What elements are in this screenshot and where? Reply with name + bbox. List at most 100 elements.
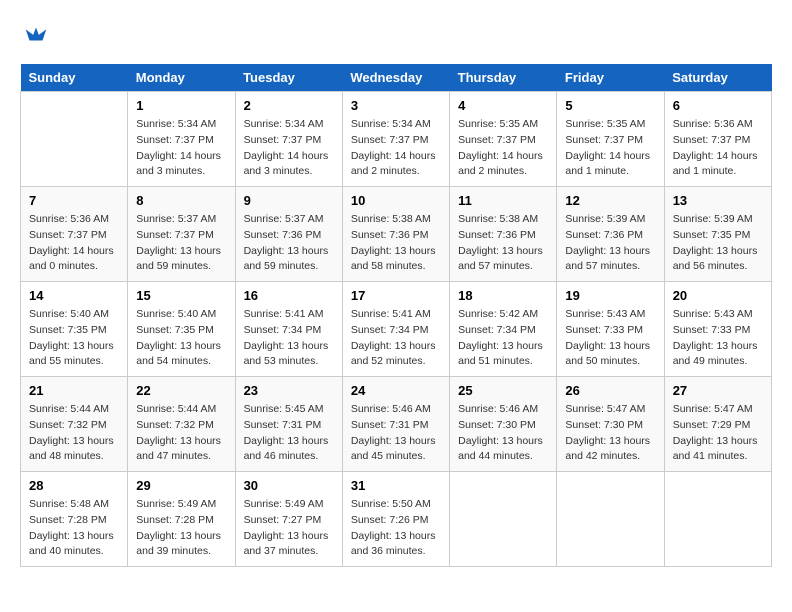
day-number: 11 [458, 193, 548, 208]
day-info: Sunrise: 5:35 AM Sunset: 7:37 PM Dayligh… [565, 117, 655, 180]
day-cell: 14Sunrise: 5:40 AM Sunset: 7:35 PM Dayli… [21, 282, 128, 377]
day-number: 29 [136, 478, 226, 493]
day-info: Sunrise: 5:40 AM Sunset: 7:35 PM Dayligh… [29, 307, 119, 370]
day-cell: 10 Sunrise: 5:38 AM Sunset: 7:36 PM Dayli… [342, 187, 449, 282]
day-cell: 5 Sunrise: 5:35 AM Sunset: 7:37 PM Daylig… [557, 92, 664, 187]
day-info: Sunrise: 5:40 AM Sunset: 7:35 PM Dayligh… [136, 307, 226, 370]
day-cell: 27Sunrise: 5:47 AM Sunset: 7:29 PM Dayli… [664, 377, 771, 472]
day-number: 4 [458, 98, 548, 113]
day-number: 5 [565, 98, 655, 113]
day-number: 30 [244, 478, 334, 493]
day-cell: 22 Sunrise: 5:44 AM Sunset: 7:32 PM Dayli… [128, 377, 235, 472]
week-row-5: 28 Sunrise: 5:48 AM Sunset: 7:28 PM Dayli… [21, 472, 772, 567]
day-number: 18 [458, 288, 548, 303]
day-info: Sunrise: 5:39 AM Sunset: 7:35 PM Dayligh… [673, 212, 763, 275]
day-number: 1 [136, 98, 226, 113]
day-info: Sunrise: 5:34 AM Sunset: 7:37 PM Dayligh… [136, 117, 226, 180]
day-cell: 12Sunrise: 5:39 AM Sunset: 7:36 PM Dayli… [557, 187, 664, 282]
day-info: Sunrise: 5:48 AM Sunset: 7:28 PM Dayligh… [29, 497, 119, 560]
day-info: Sunrise: 5:41 AM Sunset: 7:34 PM Dayligh… [244, 307, 334, 370]
day-number: 9 [244, 193, 334, 208]
day-number: 22 [136, 383, 226, 398]
day-number: 28 [29, 478, 119, 493]
day-info: Sunrise: 5:37 AM Sunset: 7:37 PM Dayligh… [136, 212, 226, 275]
day-cell: 30 Sunrise: 5:49 AM Sunset: 7:27 PM Dayli… [235, 472, 342, 567]
day-info: Sunrise: 5:46 AM Sunset: 7:31 PM Dayligh… [351, 402, 441, 465]
week-row-4: 21 Sunrise: 5:44 AM Sunset: 7:32 PM Dayli… [21, 377, 772, 472]
day-info: Sunrise: 5:42 AM Sunset: 7:34 PM Dayligh… [458, 307, 548, 370]
day-number: 19 [565, 288, 655, 303]
day-number: 27 [673, 383, 763, 398]
day-cell: 7 Sunrise: 5:36 AM Sunset: 7:37 PM Daylig… [21, 187, 128, 282]
day-cell: 23 Sunrise: 5:45 AM Sunset: 7:31 PM Dayli… [235, 377, 342, 472]
day-info: Sunrise: 5:49 AM Sunset: 7:27 PM Dayligh… [244, 497, 334, 560]
day-cell: 15 Sunrise: 5:40 AM Sunset: 7:35 PM Dayli… [128, 282, 235, 377]
day-cell [557, 472, 664, 567]
header-cell-friday: Friday [557, 64, 664, 92]
day-info: Sunrise: 5:34 AM Sunset: 7:37 PM Dayligh… [244, 117, 334, 180]
day-number: 7 [29, 193, 119, 208]
calendar-body: 1 Sunrise: 5:34 AM Sunset: 7:37 PM Daylig… [21, 92, 772, 567]
day-cell: 16 Sunrise: 5:41 AM Sunset: 7:34 PM Dayli… [235, 282, 342, 377]
day-cell: 21Sunrise: 5:44 AM Sunset: 7:32 PM Dayli… [21, 377, 128, 472]
header-cell-thursday: Thursday [450, 64, 557, 92]
day-cell: 1 Sunrise: 5:34 AM Sunset: 7:37 PM Daylig… [128, 92, 235, 187]
day-info: Sunrise: 5:36 AM Sunset: 7:37 PM Dayligh… [673, 117, 763, 180]
week-row-1: 1 Sunrise: 5:34 AM Sunset: 7:37 PM Daylig… [21, 92, 772, 187]
day-cell: 2 Sunrise: 5:34 AM Sunset: 7:37 PM Daylig… [235, 92, 342, 187]
logo-icon [22, 20, 50, 48]
logo [20, 20, 50, 48]
day-cell: 3 Sunrise: 5:34 AM Sunset: 7:37 PM Daylig… [342, 92, 449, 187]
day-cell: 24 Sunrise: 5:46 AM Sunset: 7:31 PM Dayli… [342, 377, 449, 472]
day-info: Sunrise: 5:50 AM Sunset: 7:26 PM Dayligh… [351, 497, 441, 560]
day-cell: 11 Sunrise: 5:38 AM Sunset: 7:36 PM Dayli… [450, 187, 557, 282]
day-cell: 29 Sunrise: 5:49 AM Sunset: 7:28 PM Dayli… [128, 472, 235, 567]
day-number: 26 [565, 383, 655, 398]
day-cell: 25Sunrise: 5:46 AM Sunset: 7:30 PM Dayli… [450, 377, 557, 472]
day-cell [21, 92, 128, 187]
day-number: 24 [351, 383, 441, 398]
day-number: 6 [673, 98, 763, 113]
calendar-table: SundayMondayTuesdayWednesdayThursdayFrid… [20, 64, 772, 567]
day-info: Sunrise: 5:41 AM Sunset: 7:34 PM Dayligh… [351, 307, 441, 370]
header-row: SundayMondayTuesdayWednesdayThursdayFrid… [21, 64, 772, 92]
day-cell: 4 Sunrise: 5:35 AM Sunset: 7:37 PM Daylig… [450, 92, 557, 187]
day-number: 31 [351, 478, 441, 493]
day-cell: 26Sunrise: 5:47 AM Sunset: 7:30 PM Dayli… [557, 377, 664, 472]
day-cell: 9 Sunrise: 5:37 AM Sunset: 7:36 PM Daylig… [235, 187, 342, 282]
calendar-header: SundayMondayTuesdayWednesdayThursdayFrid… [21, 64, 772, 92]
header-cell-wednesday: Wednesday [342, 64, 449, 92]
day-info: Sunrise: 5:36 AM Sunset: 7:37 PM Dayligh… [29, 212, 119, 275]
day-number: 15 [136, 288, 226, 303]
day-cell: 6 Sunrise: 5:36 AM Sunset: 7:37 PM Daylig… [664, 92, 771, 187]
day-cell: 17 Sunrise: 5:41 AM Sunset: 7:34 PM Dayli… [342, 282, 449, 377]
day-info: Sunrise: 5:35 AM Sunset: 7:37 PM Dayligh… [458, 117, 548, 180]
day-cell: 19Sunrise: 5:43 AM Sunset: 7:33 PM Dayli… [557, 282, 664, 377]
day-info: Sunrise: 5:39 AM Sunset: 7:36 PM Dayligh… [565, 212, 655, 275]
day-number: 17 [351, 288, 441, 303]
day-cell: 18 Sunrise: 5:42 AM Sunset: 7:34 PM Dayli… [450, 282, 557, 377]
day-number: 20 [673, 288, 763, 303]
day-info: Sunrise: 5:44 AM Sunset: 7:32 PM Dayligh… [136, 402, 226, 465]
day-info: Sunrise: 5:49 AM Sunset: 7:28 PM Dayligh… [136, 497, 226, 560]
day-number: 2 [244, 98, 334, 113]
header-cell-tuesday: Tuesday [235, 64, 342, 92]
header-cell-sunday: Sunday [21, 64, 128, 92]
day-info: Sunrise: 5:38 AM Sunset: 7:36 PM Dayligh… [458, 212, 548, 275]
day-info: Sunrise: 5:43 AM Sunset: 7:33 PM Dayligh… [673, 307, 763, 370]
day-number: 10 [351, 193, 441, 208]
day-info: Sunrise: 5:37 AM Sunset: 7:36 PM Dayligh… [244, 212, 334, 275]
day-number: 16 [244, 288, 334, 303]
day-number: 3 [351, 98, 441, 113]
day-number: 23 [244, 383, 334, 398]
day-number: 25 [458, 383, 548, 398]
page-header [20, 20, 772, 48]
day-cell: 31 Sunrise: 5:50 AM Sunset: 7:26 PM Dayli… [342, 472, 449, 567]
day-cell: 28 Sunrise: 5:48 AM Sunset: 7:28 PM Dayli… [21, 472, 128, 567]
day-cell: 20 Sunrise: 5:43 AM Sunset: 7:33 PM Dayli… [664, 282, 771, 377]
day-info: Sunrise: 5:45 AM Sunset: 7:31 PM Dayligh… [244, 402, 334, 465]
day-number: 21 [29, 383, 119, 398]
day-info: Sunrise: 5:38 AM Sunset: 7:36 PM Dayligh… [351, 212, 441, 275]
header-cell-monday: Monday [128, 64, 235, 92]
day-info: Sunrise: 5:34 AM Sunset: 7:37 PM Dayligh… [351, 117, 441, 180]
